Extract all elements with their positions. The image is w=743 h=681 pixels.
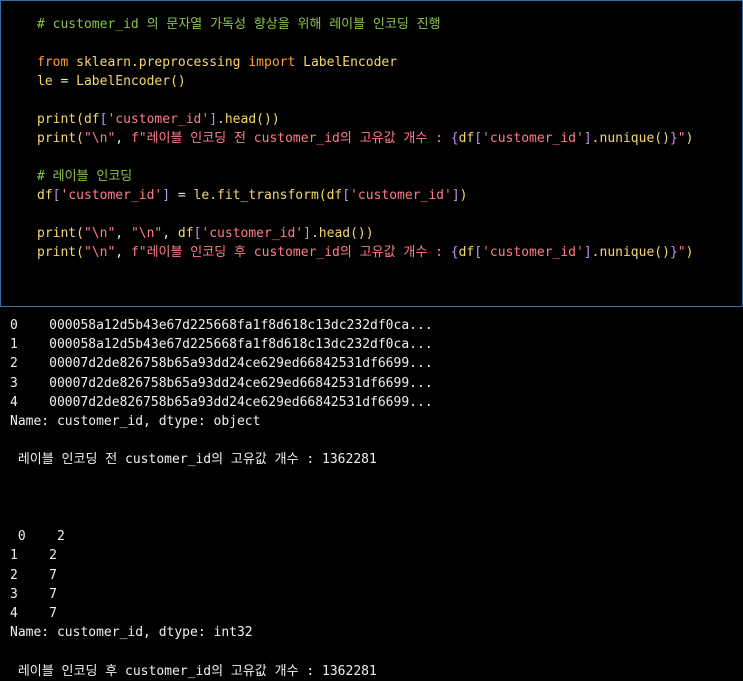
code-token-string: 'customer_id' bbox=[482, 245, 584, 260]
output-line: 1 000058a12d5b43e67d225668fa1f8d618c13dc… bbox=[10, 337, 433, 352]
code-token-func: .nunique bbox=[591, 131, 655, 146]
code-line[interactable]: print(df['customer_id'].head()) bbox=[37, 110, 280, 129]
code-token-var: df bbox=[458, 131, 475, 146]
code-token-keyword: import bbox=[248, 55, 296, 70]
code-token-bracket: () bbox=[654, 245, 670, 260]
code-token-string: "레이블 인코딩 후 customer_id의 고유값 개수 : bbox=[138, 245, 451, 260]
code-token-func: print bbox=[37, 226, 77, 241]
code-token-func: .head bbox=[310, 226, 351, 241]
code-token-bracket: () bbox=[654, 131, 670, 146]
code-token-brace: ] bbox=[583, 131, 592, 146]
code-line[interactable]: print("\n", f"레이블 인코딩 후 customer_id의 고유값… bbox=[37, 243, 693, 262]
code-line[interactable]: # 레이블 인코딩 bbox=[37, 167, 132, 186]
code-token-brace: ] bbox=[451, 188, 460, 203]
output-line: 0 2 bbox=[10, 529, 65, 544]
code-token-brace: ] bbox=[162, 188, 171, 203]
code-token-var: df bbox=[83, 112, 100, 127]
output-line: Name: customer_id, dtype: int32 bbox=[10, 625, 253, 640]
output-line: 4 7 bbox=[10, 606, 57, 621]
code-token-brace: ] bbox=[209, 112, 218, 127]
code-token-punct: , bbox=[162, 226, 178, 241]
code-token-bracket: () bbox=[170, 74, 186, 89]
code-token-bracket: ) bbox=[459, 188, 468, 203]
code-token-fprefix: f bbox=[130, 131, 139, 146]
code-token-punct bbox=[295, 55, 303, 70]
code-token-punct: = bbox=[170, 188, 194, 203]
output-line: Name: customer_id, dtype: object bbox=[10, 414, 261, 429]
code-token-bracket: ()) bbox=[256, 112, 280, 127]
code-token-bracket: ( bbox=[76, 112, 84, 127]
code-token-var: le bbox=[37, 74, 53, 89]
code-token-string: "레이블 인코딩 전 customer_id의 고유값 개수 : bbox=[138, 131, 451, 146]
code-token-brace: { bbox=[450, 131, 459, 146]
output-line: 레이블 인코딩 후 customer_id의 고유값 개수 : 1362281 bbox=[10, 664, 377, 679]
code-token-string: 'customer_id' bbox=[350, 188, 452, 203]
code-token-func: print bbox=[37, 112, 77, 127]
code-token-class: LabelEncoder bbox=[76, 74, 171, 89]
code-line[interactable]: print("\n", f"레이블 인코딩 전 customer_id의 고유값… bbox=[37, 129, 693, 148]
code-token-bracket: ( bbox=[76, 226, 84, 241]
code-token-bracket: ) bbox=[685, 245, 694, 260]
code-token-string: 'customer_id' bbox=[482, 131, 584, 146]
output-line: 3 00007d2de826758b65a93dd24ce629ed668425… bbox=[10, 376, 433, 391]
code-token-func: .fit_transform bbox=[209, 188, 319, 203]
code-token-func: .nunique bbox=[591, 245, 655, 260]
code-token-bracket: ( bbox=[76, 131, 84, 146]
code-token-var: df bbox=[37, 188, 53, 203]
code-token-string: "\n" bbox=[130, 226, 163, 241]
code-line[interactable]: df['customer_id'] = le.fit_transform(df[… bbox=[37, 186, 468, 205]
code-token-var: df bbox=[177, 226, 194, 241]
code-token-punct: , bbox=[115, 245, 131, 260]
output-line: 2 7 bbox=[10, 568, 57, 583]
code-token-string: "\n" bbox=[83, 245, 116, 260]
code-token-brace: [ bbox=[342, 188, 351, 203]
code-line[interactable]: le = LabelEncoder() bbox=[37, 72, 186, 91]
code-token-string: 'customer_id' bbox=[201, 226, 304, 241]
code-token-func: print bbox=[37, 245, 77, 260]
code-cell[interactable]: # customer_id 의 문자열 가독성 향상을 위해 레이블 인코딩 진… bbox=[0, 0, 743, 307]
code-token-punct: , bbox=[115, 131, 131, 146]
output-line: 0 000058a12d5b43e67d225668fa1f8d618c13dc… bbox=[10, 318, 433, 333]
code-line[interactable]: # customer_id 의 문자열 가독성 향상을 위해 레이블 인코딩 진… bbox=[37, 15, 441, 34]
code-token-var: df bbox=[326, 188, 343, 203]
code-token-string: "\n" bbox=[83, 226, 116, 241]
code-token-comment: # customer_id 의 문자열 가독성 향상을 위해 레이블 인코딩 진… bbox=[37, 17, 441, 32]
output-line: 4 00007d2de826758b65a93dd24ce629ed668425… bbox=[10, 395, 433, 410]
output-line: 3 7 bbox=[10, 587, 57, 602]
code-token-class: LabelEncoder bbox=[303, 55, 398, 70]
code-token-punct: , bbox=[115, 226, 131, 241]
code-token-string: 'customer_id' bbox=[60, 188, 163, 203]
code-token-brace: } bbox=[669, 245, 678, 260]
code-token-keyword: from bbox=[37, 55, 69, 70]
code-token-brace: { bbox=[450, 245, 459, 260]
code-token-string: 'customer_id' bbox=[107, 112, 210, 127]
code-token-comment: # 레이블 인코딩 bbox=[37, 169, 133, 184]
code-token-var: le bbox=[193, 188, 210, 203]
code-token-bracket: ) bbox=[685, 131, 694, 146]
code-token-bracket: ( bbox=[76, 245, 84, 260]
code-token-func: .head bbox=[217, 112, 257, 127]
code-line[interactable]: print("\n", "\n", df['customer_id'].head… bbox=[37, 224, 374, 243]
code-token-var: df bbox=[458, 245, 475, 260]
code-token-module: sklearn.preprocessing bbox=[76, 55, 241, 70]
code-token-string: " bbox=[677, 245, 686, 260]
code-token-func: print bbox=[37, 131, 77, 146]
code-token-brace: [ bbox=[474, 245, 483, 260]
output-line: 레이블 인코딩 전 customer_id의 고유값 개수 : 1362281 bbox=[10, 452, 377, 467]
code-token-string: " bbox=[677, 131, 686, 146]
output-line: 2 00007d2de826758b65a93dd24ce629ed668425… bbox=[10, 356, 433, 371]
code-token-brace: ] bbox=[583, 245, 592, 260]
code-token-bracket: ()) bbox=[350, 226, 374, 241]
output-line: 1 2 bbox=[10, 548, 57, 563]
code-token-brace: [ bbox=[474, 131, 483, 146]
code-token-fprefix: f bbox=[130, 245, 139, 260]
code-line[interactable]: from sklearn.preprocessing import LabelE… bbox=[37, 53, 397, 72]
code-token-brace: } bbox=[669, 131, 678, 146]
code-token-brace: ] bbox=[303, 226, 311, 241]
code-token-punct bbox=[68, 55, 76, 70]
code-token-string: "\n" bbox=[83, 131, 116, 146]
code-token-bracket: ( bbox=[318, 188, 327, 203]
code-token-punct: = bbox=[52, 74, 77, 89]
